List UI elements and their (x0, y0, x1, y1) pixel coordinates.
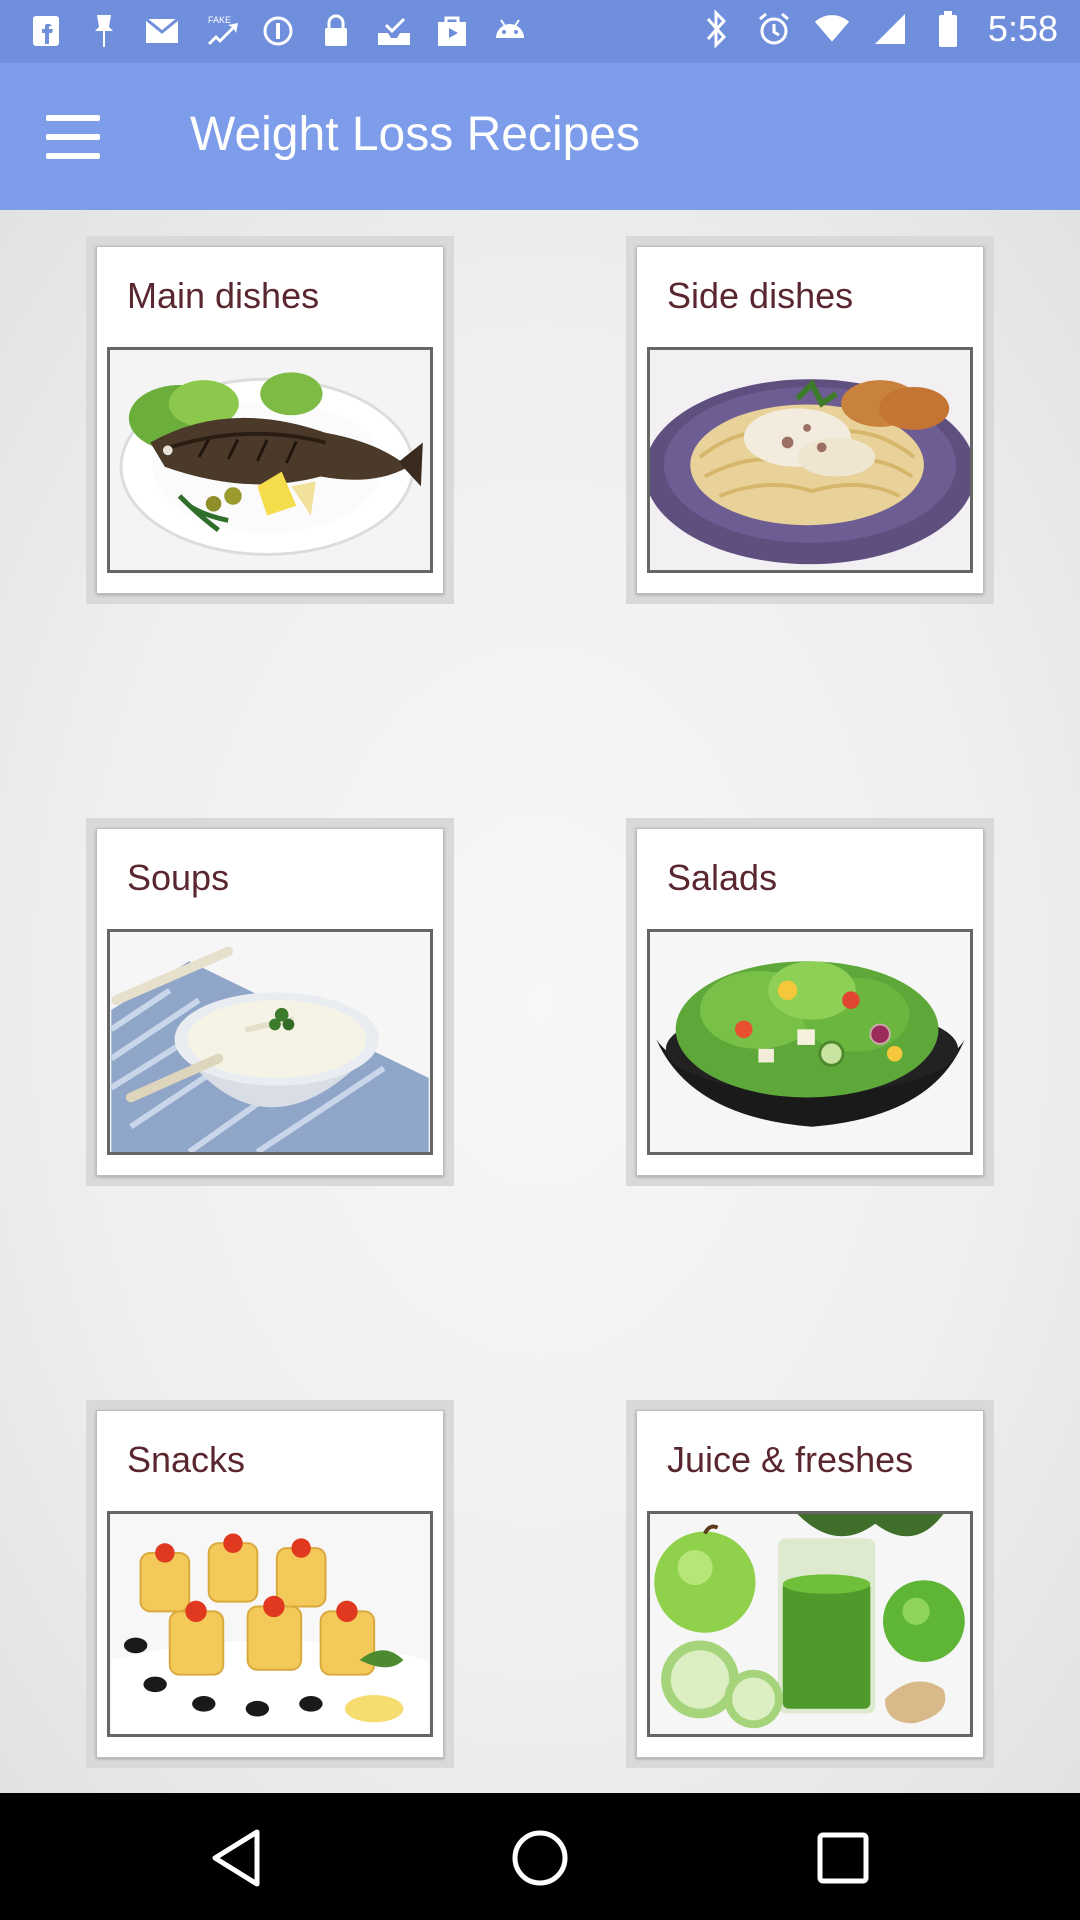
bluetooth-icon (698, 9, 734, 49)
category-card-main-dishes[interactable]: Main dishes (86, 236, 454, 604)
app-bar: Weight Loss Recipes (0, 63, 1080, 210)
wifi-icon (814, 10, 850, 48)
category-label: Soups (127, 857, 230, 898)
grilled-fish-photo (107, 347, 433, 573)
fake-gps-icon: FAKE (202, 12, 238, 50)
status-bar: FAKE 5:58 (0, 0, 1080, 63)
category-label: Juice & freshes (667, 1439, 914, 1480)
clock: 5:58 (987, 8, 1058, 49)
recents-square-icon[interactable] (808, 1823, 878, 1893)
facebook-icon (28, 12, 64, 50)
category-label: Side dishes (667, 275, 854, 316)
category-card-salads[interactable]: Salads (626, 818, 994, 1186)
home-circle-icon[interactable] (505, 1823, 575, 1893)
navigation-bar (0, 1793, 1080, 1920)
notification-icons: FAKE (28, 12, 528, 50)
app-title: Weight Loss Recipes (190, 108, 640, 161)
category-card-juice-freshes[interactable]: Juice & freshes (626, 1400, 994, 1768)
lock-icon (318, 12, 354, 50)
pin-icon (86, 12, 122, 50)
spaghetti-photo (647, 347, 973, 573)
category-card-side-dishes[interactable]: Side dishes (626, 236, 994, 604)
snacks-photo (107, 1511, 433, 1737)
category-grid: Main dishes Side dishes Soups Salads Sna… (0, 210, 1080, 1793)
android-icon (492, 12, 528, 50)
cream-soup-photo (107, 929, 433, 1155)
back-triangle-icon[interactable] (202, 1823, 272, 1893)
battery-icon (930, 10, 966, 48)
svg-text:FAKE: FAKE (208, 15, 231, 25)
category-card-soups[interactable]: Soups (86, 818, 454, 1186)
mail-icon (144, 12, 180, 50)
category-label: Salads (667, 857, 778, 898)
hamburger-menu-icon[interactable] (38, 109, 108, 165)
category-card-snacks[interactable]: Snacks (86, 1400, 454, 1768)
play-store-icon (434, 12, 470, 50)
inbox-check-icon (376, 12, 412, 50)
system-status: 5:58 (698, 8, 1058, 50)
info-circle-icon (260, 12, 296, 50)
category-label: Snacks (127, 1439, 246, 1480)
green-juice-photo (647, 1511, 973, 1737)
signal-icon (872, 10, 908, 48)
category-label: Main dishes (127, 275, 320, 316)
salad-photo (647, 929, 973, 1155)
alarm-icon (756, 10, 792, 48)
